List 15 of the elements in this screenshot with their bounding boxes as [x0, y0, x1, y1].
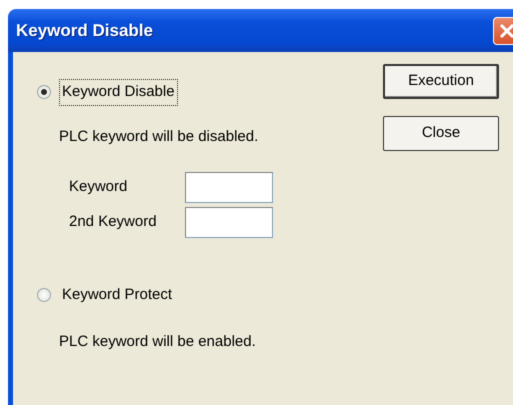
close-icon — [499, 22, 513, 38]
dialog-button[interactable]: Close — [383, 116, 499, 151]
input-field[interactable] — [185, 172, 273, 203]
radio-button[interactable] — [37, 85, 51, 100]
radio-button[interactable] — [37, 288, 51, 302]
close-button[interactable] — [493, 16, 513, 44]
dialog-button[interactable]: Execution — [383, 64, 499, 99]
radio-label[interactable]: Keyword Disable — [59, 79, 178, 106]
field-label: Keyword — [69, 177, 128, 198]
input-field[interactable] — [185, 207, 273, 238]
description-text: PLC keyword will be disabled. — [59, 126, 260, 146]
window-title: Keyword Disable — [16, 20, 153, 42]
field-label: 2nd Keyword — [69, 212, 158, 232]
description-text: PLC keyword will be enabled. — [59, 332, 257, 352]
radio-label[interactable]: Keyword Protect — [59, 282, 176, 308]
